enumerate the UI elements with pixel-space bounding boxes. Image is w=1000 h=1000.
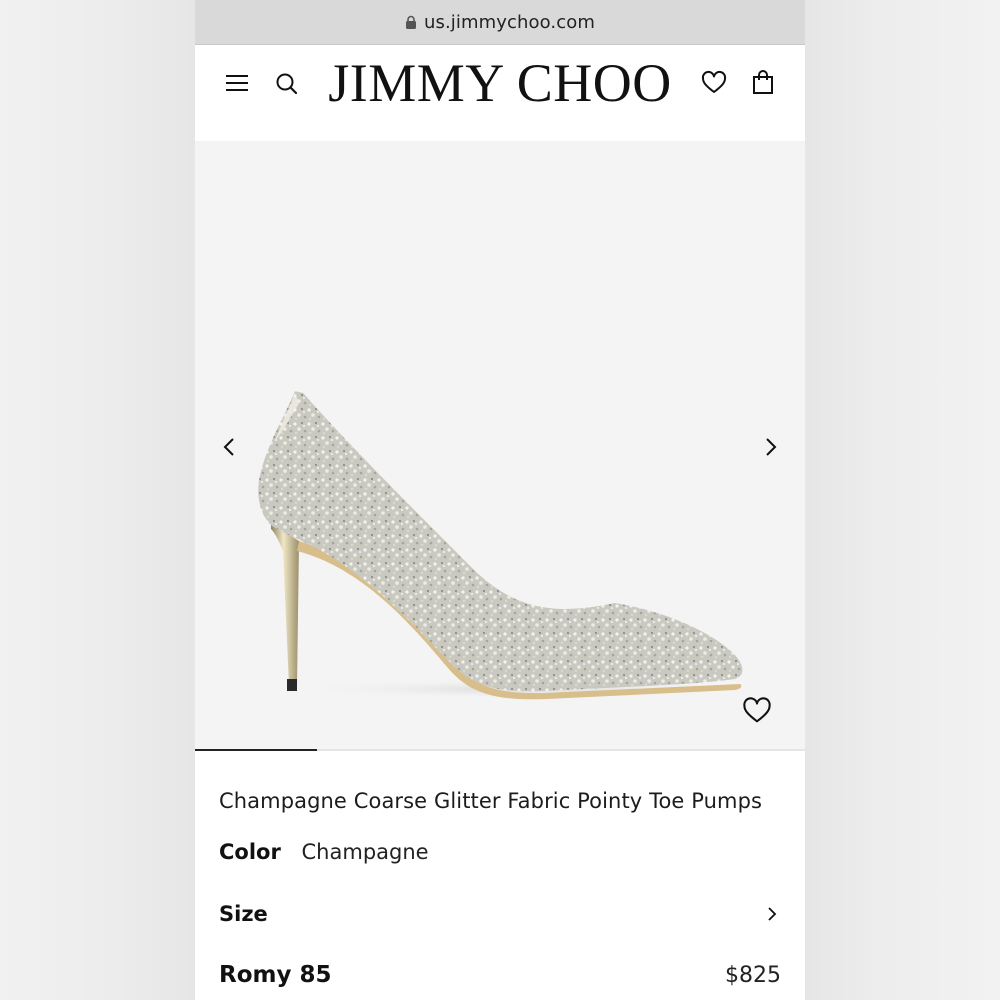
gallery-progress-active — [195, 749, 317, 751]
size-label: Size — [219, 902, 268, 926]
size-selector[interactable]: Size — [219, 898, 781, 930]
color-label: Color — [219, 840, 281, 864]
model-name: Romy 85 — [219, 962, 332, 988]
backdrop-right — [805, 0, 1000, 1000]
color-value: Champagne — [301, 840, 429, 864]
model-price-row: Romy 85 $825 — [219, 958, 781, 992]
site-header: JIMMY CHOO — [195, 45, 805, 141]
brand-logo[interactable]: JIMMY CHOO — [315, 53, 685, 113]
color-row: Color Champagne — [219, 837, 429, 867]
browser-url-bar[interactable]: us.jimmychoo.com — [195, 0, 805, 45]
chevron-right-icon — [763, 905, 781, 923]
product-title: Champagne Coarse Glitter Fabric Pointy T… — [219, 789, 763, 813]
search-icon[interactable] — [273, 70, 301, 98]
backdrop-left — [0, 0, 195, 1000]
lock-icon — [405, 15, 417, 30]
product-image — [258, 391, 765, 700]
phone-screen: us.jimmychoo.com JIMMY CHOO Champagne Co… — [195, 0, 805, 1000]
wishlist-heart-icon[interactable] — [741, 695, 773, 727]
url-container: us.jimmychoo.com — [405, 12, 595, 33]
menu-icon[interactable] — [223, 69, 251, 97]
url-text: us.jimmychoo.com — [423, 11, 595, 33]
product-price: $825 — [725, 962, 781, 988]
product-image-gallery[interactable] — [195, 141, 805, 750]
heart-icon[interactable] — [700, 69, 728, 97]
shopping-bag-icon[interactable] — [749, 68, 777, 96]
gallery-progress-indicator — [195, 749, 805, 751]
chevron-right-icon[interactable] — [758, 435, 782, 459]
chevron-left-icon[interactable] — [218, 435, 242, 459]
